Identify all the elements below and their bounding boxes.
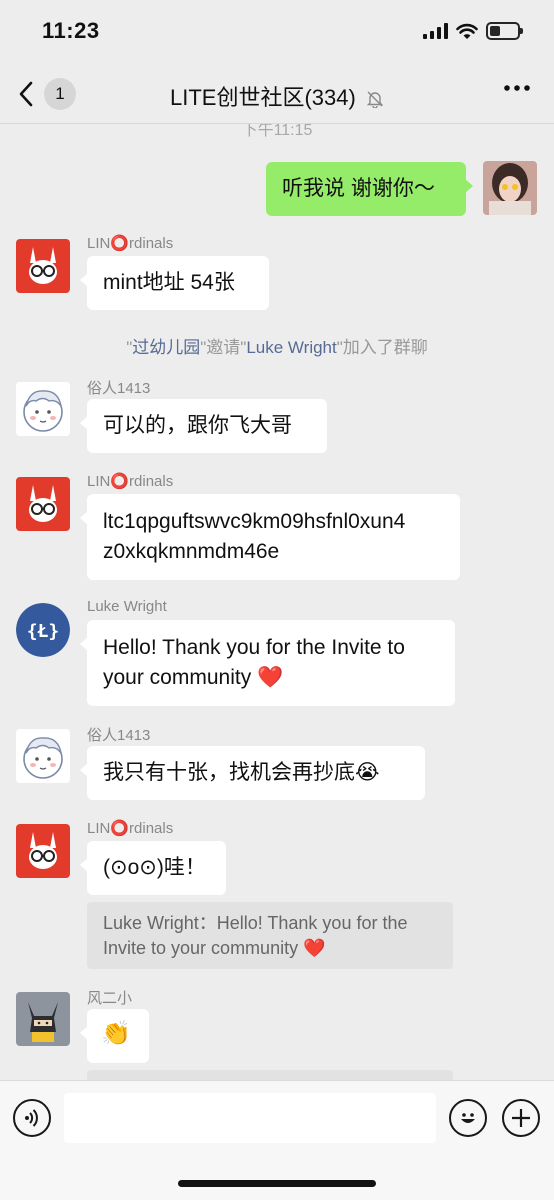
- signal-icon: [423, 23, 448, 39]
- message-bubble[interactable]: (⊙o⊙)哇！: [80, 841, 226, 895]
- system-message: "过幼儿园"邀请"Luke Wright"加入了群聊: [0, 333, 554, 358]
- svg-text:{Ł}: {Ł}: [27, 621, 60, 642]
- message-text: Hello! Thank you for the Invite to: [103, 636, 405, 659]
- system-text: "邀请": [200, 338, 247, 357]
- nav-bar: 1 LITE创世社区(334): [0, 62, 554, 124]
- message-text: 可以的，跟你飞大哥: [103, 414, 292, 437]
- wifi-icon: [456, 23, 478, 39]
- voice-icon: [25, 1109, 38, 1127]
- message-bubble[interactable]: Hello! Thank you for the Invite to your …: [80, 620, 455, 706]
- avatar-luke-wright[interactable]: {Ł}: [16, 603, 70, 657]
- chat-title-text: LITE创世社区(334): [170, 85, 356, 110]
- chat-area[interactable]: 下午11:15 听我说 谢谢你～ LIN⭕rdinals mint地址 54张 …: [0, 124, 554, 1080]
- smiley-icon: [461, 1113, 475, 1123]
- sender-name: LIN⭕rdinals: [87, 473, 174, 490]
- avatar-linordinals[interactable]: [16, 824, 70, 878]
- crying-emoji: 😭: [355, 761, 380, 784]
- system-link-inviter[interactable]: 过幼儿园: [132, 338, 200, 357]
- sender-name: 风二小: [87, 990, 133, 1007]
- sender-name: LIN⭕rdinals: [87, 235, 174, 252]
- message-input[interactable]: [64, 1093, 436, 1143]
- mute-bell-icon: [366, 91, 384, 109]
- quote-text: Luke Wright：Hello! Thank you for the: [103, 913, 408, 933]
- avatar-linordinals[interactable]: [16, 477, 70, 531]
- message-text: (⊙o⊙)哇！: [103, 856, 206, 879]
- message-text: your community: [103, 666, 252, 689]
- chat-timestamp: 下午11:15: [241, 124, 313, 139]
- sender-name: 俗人1413: [87, 380, 151, 397]
- battery-icon: [486, 22, 523, 40]
- status-icons: [423, 22, 523, 40]
- message-bubble[interactable]: ltc1qpguftswvc9km09hsfnl0xun4 z0xkqkmnmd…: [80, 494, 460, 580]
- sender-name: 俗人1413: [87, 727, 151, 744]
- avatar-suren1413[interactable]: [16, 729, 70, 783]
- status-time: 11:23: [42, 18, 100, 43]
- message-text: z0xkqkmnmdm46e: [103, 540, 280, 563]
- message-bubble-self[interactable]: 听我说 谢谢你～: [266, 162, 473, 216]
- message-bubble[interactable]: 可以的，跟你飞大哥: [80, 399, 327, 453]
- avatar-self[interactable]: [483, 161, 537, 215]
- sender-name: Luke Wright: [87, 598, 167, 615]
- quoted-message[interactable]: Luke Wright：Hello! Thank you for the Inv…: [87, 902, 453, 969]
- heart-emoji: ❤️: [303, 938, 326, 958]
- heart-emoji: ❤️: [257, 666, 284, 689]
- message-text: 听我说 谢谢你～: [282, 177, 435, 200]
- sender-name: LIN⭕rdinals: [87, 820, 174, 837]
- more-icon[interactable]: [504, 84, 530, 92]
- emoji-button[interactable]: [449, 1099, 487, 1137]
- status-bar: 11:23: [0, 0, 554, 62]
- avatar-fengerxiao[interactable]: [16, 992, 70, 1046]
- plus-icon: [512, 1109, 530, 1127]
- message-bubble[interactable]: mint地址 54张: [80, 256, 269, 310]
- message-text: 我只有十张，找机会再抄底: [103, 761, 355, 784]
- avatar-linordinals[interactable]: [16, 239, 70, 293]
- system-link-invitee[interactable]: Luke Wright: [246, 338, 336, 357]
- voice-button[interactable]: [13, 1099, 51, 1137]
- home-indicator[interactable]: [178, 1180, 376, 1187]
- clapping-emoji: 👏: [101, 1020, 131, 1047]
- message-text: mint地址 54张: [103, 271, 235, 294]
- plus-button[interactable]: [502, 1099, 540, 1137]
- system-text: "加入了群聊: [336, 338, 428, 357]
- message-text: ltc1qpguftswvc9km09hsfnl0xun4: [103, 510, 406, 533]
- chat-title: LITE创世社区(334): [0, 80, 554, 112]
- message-bubble[interactable]: 👏: [80, 1009, 149, 1063]
- avatar-suren1413[interactable]: [16, 382, 70, 436]
- quoted-message[interactable]: [87, 1070, 453, 1080]
- quote-text: Invite to your community: [103, 938, 299, 958]
- message-bubble[interactable]: 我只有十张，找机会再抄底😭: [80, 746, 425, 800]
